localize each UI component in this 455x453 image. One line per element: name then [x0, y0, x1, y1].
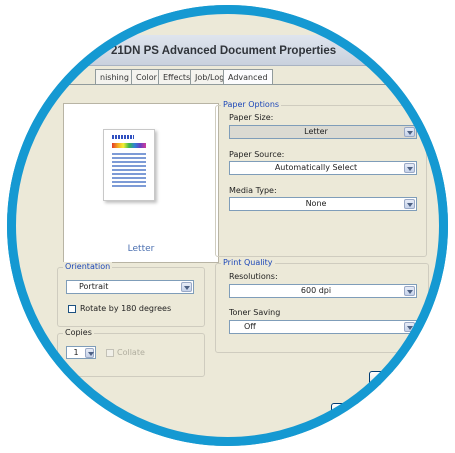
thumbnail-color-bar-icon [112, 143, 146, 148]
copies-label: Copies [63, 328, 94, 337]
copies-stepper[interactable]: 1 [66, 346, 96, 359]
tab-strip: nishing Color Effects Job/Log Advanced [7, 69, 448, 85]
thumbnail-header-icon [112, 135, 134, 139]
chevron-down-icon[interactable] [404, 286, 415, 296]
paper-source-value: Automatically Select [274, 163, 358, 172]
media-type-value: None [305, 199, 327, 208]
rotate-checkbox[interactable] [68, 305, 76, 313]
tab-advanced[interactable]: Advanced [223, 69, 273, 84]
paper-size-select[interactable]: Letter [229, 125, 417, 139]
page-thumbnail-icon [103, 129, 155, 201]
tab-divider [7, 84, 448, 85]
orientation-value: Portrait [79, 282, 109, 291]
chevron-down-icon[interactable] [181, 282, 192, 292]
orientation-select[interactable]: Portrait [66, 280, 194, 294]
paper-size-value: Letter [304, 127, 328, 136]
resolution-label: Resolutions: [229, 272, 278, 281]
window-title: 21DN PS Advanced Document Properties [111, 45, 337, 57]
chevron-down-icon[interactable] [404, 163, 415, 173]
paper-options-group: Paper Options Paper Size: Letter Paper S… [215, 100, 427, 257]
ok-button[interactable] [331, 403, 413, 421]
chevron-down-icon[interactable] [404, 322, 415, 332]
paper-options-label: Paper Options [221, 100, 282, 109]
title-bar: 21DN PS Advanced Document Properties [7, 35, 448, 66]
spinner-icon[interactable] [85, 348, 94, 358]
thumbnail-text-lines-icon [112, 153, 146, 189]
copies-value: 1 [73, 348, 79, 357]
paper-preview: Letter [63, 103, 219, 263]
resolution-value: 600 dpi [300, 286, 332, 295]
paper-size-label: Paper Size: [229, 113, 274, 122]
copies-group: Copies 1 Collate [57, 328, 205, 377]
print-quality-group: Print Quality Resolutions: 600 dpi Toner… [215, 258, 429, 353]
rotate-label: Rotate by 180 degrees [80, 304, 172, 313]
magnified-dialog: 21DN PS Advanced Document Properties nis… [7, 5, 448, 446]
collate-label: Collate [117, 348, 145, 357]
paper-source-label: Paper Source: [229, 150, 285, 159]
collate-checkbox[interactable] [106, 349, 114, 357]
toner-saving-select[interactable]: Off [229, 320, 417, 334]
paper-source-select[interactable]: Automatically Select [229, 161, 417, 175]
media-type-label: Media Type: [229, 186, 277, 195]
toner-saving-value: Off [244, 322, 256, 331]
tab-finishing[interactable]: nishing [95, 69, 134, 84]
chevron-down-icon[interactable] [404, 127, 415, 137]
media-type-select[interactable]: None [229, 197, 417, 211]
partial-button[interactable] [369, 371, 431, 385]
resolution-select[interactable]: 600 dpi [229, 284, 417, 298]
preview-paper-label: Letter [127, 244, 155, 254]
print-quality-label: Print Quality [221, 258, 275, 267]
toner-saving-label: Toner Saving [229, 308, 281, 317]
orientation-group: Orientation Portrait Rotate by 180 degre… [57, 262, 205, 327]
orientation-label: Orientation [63, 262, 113, 271]
chevron-down-icon[interactable] [404, 199, 415, 209]
